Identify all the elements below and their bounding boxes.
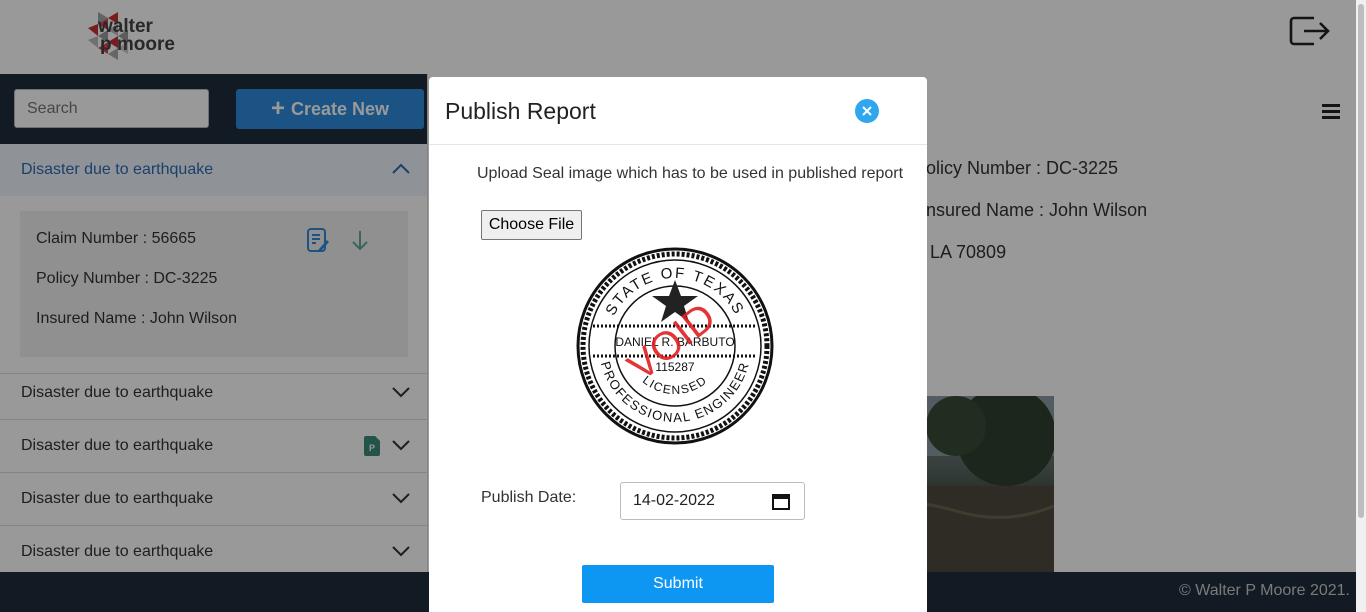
scrollbar-thumb[interactable]: [1358, 4, 1364, 518]
dialog-title: Publish Report: [445, 98, 596, 124]
dialog-header: Publish Report: [429, 77, 927, 145]
publish-date-label: Publish Date:: [481, 489, 577, 506]
close-button[interactable]: [855, 99, 879, 123]
publish-date-value: 14-02-2022: [633, 492, 715, 509]
seal-preview-image: STATE OF TEXAS PROFESSIONAL ENGINEER LIC…: [576, 247, 774, 445]
close-icon: [862, 106, 872, 116]
calendar-icon[interactable]: [772, 493, 790, 510]
publish-report-dialog: Publish Report Upload Seal image which h…: [429, 77, 927, 612]
choose-file-button[interactable]: Choose File: [481, 210, 582, 240]
upload-instructions: Upload Seal image which has to be used i…: [477, 165, 904, 182]
submit-button[interactable]: Submit: [582, 565, 774, 603]
publish-date-input[interactable]: 14-02-2022: [620, 482, 805, 520]
